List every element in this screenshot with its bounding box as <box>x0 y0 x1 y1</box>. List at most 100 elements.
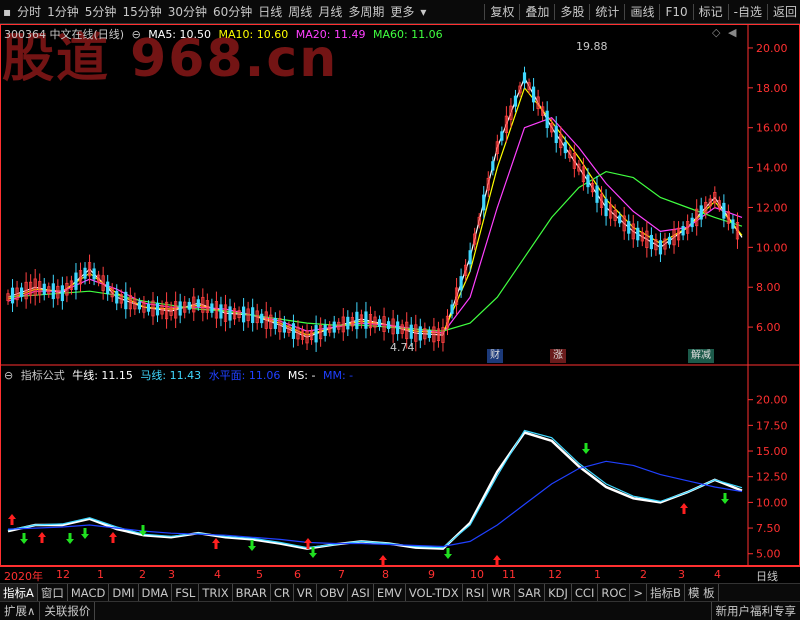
candle-body <box>531 86 536 103</box>
period-tab-4[interactable]: 30分钟 <box>165 0 210 24</box>
period-tab-10[interactable]: 更多 <box>387 0 417 24</box>
indicator-tab-12[interactable]: EMV <box>374 583 406 602</box>
shuiping-label: 水平面: 11.06 <box>208 369 281 382</box>
period-tab-7[interactable]: 周线 <box>285 0 315 24</box>
indicator-tab-9[interactable]: VR <box>294 583 317 602</box>
toolbar-action-8[interactable]: 返回 <box>770 0 800 24</box>
period-tab-6[interactable]: 日线 <box>255 0 285 24</box>
date-axis-period[interactable]: 日线 <box>756 568 778 584</box>
indicator-tab-20[interactable]: > <box>630 583 648 602</box>
candle-body <box>42 283 46 295</box>
event-marker-reduce[interactable]: 解减 <box>688 349 714 363</box>
indicator-tab-5[interactable]: FSL <box>172 583 200 602</box>
candle-body <box>187 301 191 310</box>
period-tab-8[interactable]: 月线 <box>315 0 345 24</box>
indicator-tab-21[interactable]: 指标B <box>647 583 685 602</box>
candle-body <box>554 125 558 144</box>
candle-body <box>513 95 518 107</box>
candle-body <box>228 306 232 321</box>
indicator-tab-2[interactable]: MACD <box>68 583 110 602</box>
indicator-tab-16[interactable]: SAR <box>515 583 546 602</box>
candle-body <box>332 321 336 333</box>
candle-body <box>545 110 549 129</box>
buy-arrow-icon <box>379 555 387 566</box>
indicator-tab-1[interactable]: 窗口 <box>38 583 68 602</box>
y-tick-label: 5.00 <box>756 548 781 561</box>
chevron-down-icon[interactable]: ▾ <box>417 0 429 24</box>
indicator-tab-17[interactable]: KDJ <box>545 583 572 602</box>
indicator-tab-14[interactable]: RSI <box>463 583 489 602</box>
toolbar-divider <box>554 3 556 20</box>
candle-body <box>10 287 15 304</box>
y-tick-label: 10.00 <box>756 496 788 509</box>
candle-body <box>667 236 672 245</box>
indicator-tab-0[interactable]: 指标A <box>0 583 38 602</box>
period-tab-0[interactable]: 分时 <box>14 0 44 24</box>
promo-link[interactable]: 新用户福利专享 <box>710 602 800 620</box>
candle-body <box>491 161 495 171</box>
menu-arrow-icon[interactable]: ▪ <box>0 0 14 24</box>
candle-body <box>273 317 277 329</box>
toolbar-actions: 复权 叠加 多股 统计 画线 F10 标记 -自选 返回 <box>482 0 800 24</box>
indicator-tab-22[interactable]: 模 板 <box>685 583 719 602</box>
indicator-tab-19[interactable]: ROC <box>598 583 631 602</box>
candle-body <box>242 306 246 323</box>
indicator-tab-13[interactable]: VOL-TDX <box>406 583 463 602</box>
candle-body <box>323 324 327 336</box>
date-tick: 6 <box>294 568 301 581</box>
date-tick: 3 <box>678 568 685 581</box>
toolbar-action-7[interactable]: -自选 <box>731 0 765 24</box>
toolbar-action-0[interactable]: 复权 <box>487 0 517 24</box>
candle-body <box>627 221 631 234</box>
candle-body <box>137 301 141 310</box>
indicator-tab-3[interactable]: DMI <box>109 583 139 602</box>
date-tick: 12 <box>548 568 562 581</box>
toolbar-action-3[interactable]: 统计 <box>592 0 622 24</box>
y-tick-label: 17.50 <box>756 419 788 432</box>
toolbar-action-4[interactable]: 画线 <box>627 0 657 24</box>
kline-chart[interactable]: 6.00 8.00 10.00 12.00 14.00 16.00 18.00 20.00 5.… <box>0 24 800 590</box>
indicator-tab-15[interactable]: WR <box>488 583 515 602</box>
niu-label: 牛线: 11.15 <box>72 369 133 382</box>
indicator-tab-10[interactable]: OBV <box>317 583 349 602</box>
legend-toggle-icon[interactable]: ⊖ <box>132 28 141 41</box>
indicator-tab-11[interactable]: ASI <box>348 583 374 602</box>
related-quotes-button[interactable]: 关联报价 <box>40 602 96 620</box>
candle-body <box>427 330 431 338</box>
expand-button[interactable]: 扩展∧ <box>0 602 41 620</box>
indicator-tabs: 指标A 窗口 MACD DMI DMA FSL TRIX BRAR CR VR OBV ASI EMV V… <box>0 583 800 602</box>
indicator-tab-7[interactable]: BRAR <box>233 583 271 602</box>
indicator-tab-4[interactable]: DMA <box>139 583 173 602</box>
period-tab-2[interactable]: 5分钟 <box>82 0 120 24</box>
period-tab-9[interactable]: 多周期 <box>345 0 387 24</box>
indicator-title[interactable]: 指标公式 <box>21 369 65 382</box>
y-tick-label: 10.00 <box>756 241 788 254</box>
toolbar-divider <box>766 3 768 20</box>
sell-arrow-icon <box>20 533 28 544</box>
period-tab-3[interactable]: 15分钟 <box>119 0 164 24</box>
toolbar-action-2[interactable]: 多股 <box>557 0 587 24</box>
event-marker-finance[interactable]: 财 <box>487 349 503 363</box>
toolbar-action-6[interactable]: 标记 <box>696 0 726 24</box>
toolbar-action-1[interactable]: 叠加 <box>522 0 552 24</box>
candle-body <box>51 283 55 300</box>
low-label: 4.74 <box>390 341 415 354</box>
toolbar-action-5[interactable]: F10 <box>662 0 690 24</box>
indicator-tab-6[interactable]: TRIX <box>199 583 233 602</box>
event-marker-rise[interactable]: 涨 <box>550 349 566 363</box>
indicator-tab-8[interactable]: CR <box>271 583 294 602</box>
candle-body <box>636 227 640 241</box>
indicator-legend: ⊖ 指标公式 牛线: 11.15 马线: 11.43 水平面: 11.06 MS… <box>4 367 357 383</box>
ma20-label: MA20: 11.49 <box>295 28 366 41</box>
period-tab-5[interactable]: 60分钟 <box>210 0 255 24</box>
period-tab-1[interactable]: 1分钟 <box>44 0 82 24</box>
diamond-icon[interactable]: ◇ <box>712 26 720 39</box>
indicator-toggle-icon[interactable]: ⊖ <box>4 369 13 382</box>
candle-body <box>196 299 200 308</box>
indicator-tab-18[interactable]: CCI <box>572 583 599 602</box>
candle-body <box>83 267 87 279</box>
candle-body <box>364 311 368 329</box>
candle-body <box>60 285 64 302</box>
candle-body <box>450 304 454 314</box>
close-icon[interactable]: ◀ <box>728 26 736 39</box>
